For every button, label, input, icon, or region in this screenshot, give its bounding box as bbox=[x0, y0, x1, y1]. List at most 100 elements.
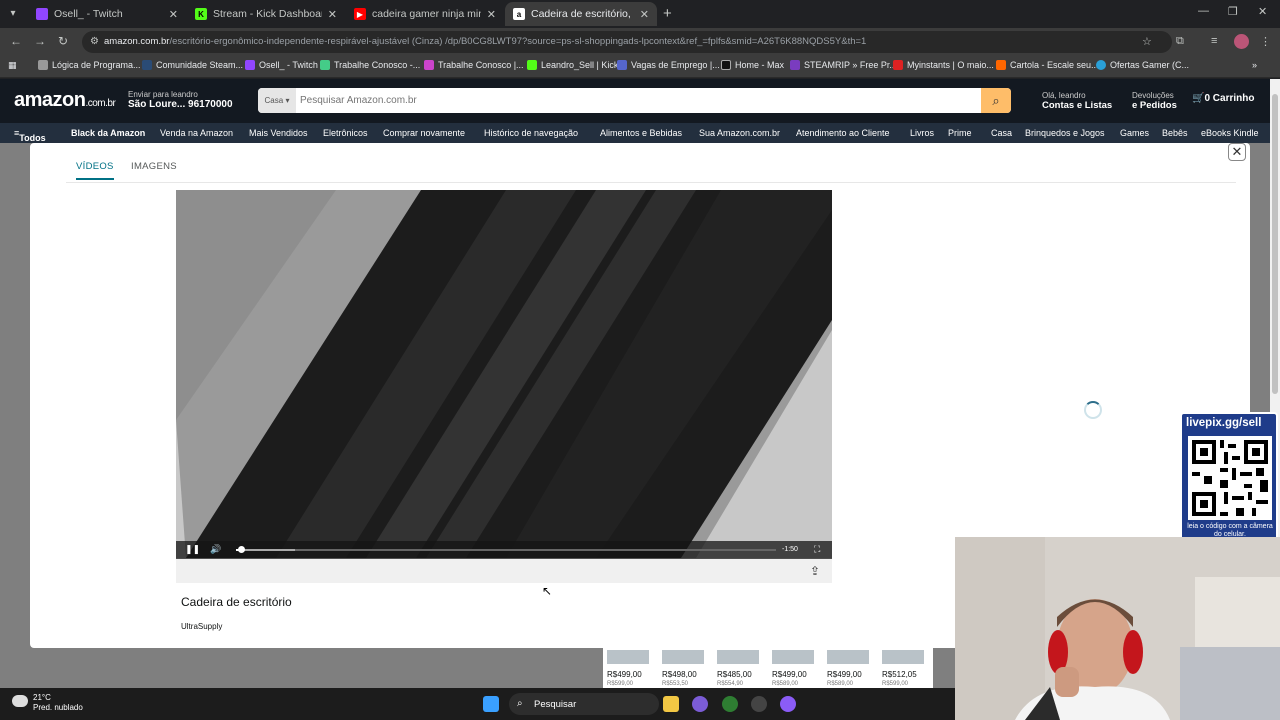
search-category-select[interactable]: Casa ▾ bbox=[258, 88, 296, 113]
extensions-icon[interactable]: ⧉ bbox=[1176, 35, 1184, 48]
app-icon[interactable] bbox=[692, 696, 708, 712]
bookmark-item[interactable]: Vagas de Emprego |... bbox=[617, 60, 720, 70]
close-tab-icon[interactable]: ✕ bbox=[487, 8, 496, 21]
product-thumbnail[interactable] bbox=[827, 650, 869, 664]
product-thumbnail[interactable] bbox=[662, 650, 704, 664]
subnav-item[interactable]: Brinquedos e Jogos bbox=[1025, 128, 1105, 138]
video-seekbar[interactable] bbox=[236, 546, 776, 553]
new-tab-button[interactable]: + bbox=[663, 5, 672, 23]
restore-icon[interactable]: ❐ bbox=[1228, 5, 1238, 18]
address-bar[interactable]: ⚙ amazon.com.br/escritório-ergonômico-in… bbox=[82, 31, 1172, 53]
subnav-item[interactable]: Venda na Amazon bbox=[160, 128, 233, 138]
tab-images[interactable]: IMAGENS bbox=[131, 161, 177, 178]
back-icon[interactable]: ← bbox=[10, 34, 22, 48]
pause-icon[interactable]: ❚❚ bbox=[185, 544, 200, 555]
tab-videos[interactable]: VÍDEOS bbox=[76, 161, 114, 180]
search-button[interactable]: ⌕ bbox=[981, 88, 1011, 113]
amazon-icon: a bbox=[513, 8, 525, 20]
subnav-item[interactable]: Bebês bbox=[1162, 128, 1188, 138]
subnav-item[interactable]: Games bbox=[1120, 128, 1149, 138]
windows-start-icon[interactable] bbox=[483, 696, 499, 712]
steam-icon bbox=[142, 60, 152, 70]
bookmark-item[interactable]: Leandro_Sell | Kick bbox=[527, 60, 618, 70]
bookmark-item[interactable]: Trabalhe Conosco -... bbox=[320, 60, 420, 70]
cart-label: Carrinho bbox=[1212, 93, 1255, 104]
subnav-item[interactable]: eBooks Kindle bbox=[1201, 128, 1259, 138]
discord-icon[interactable] bbox=[780, 696, 796, 712]
video-title: Cadeira de escritório bbox=[181, 595, 292, 609]
video-vendor[interactable]: UltraSupply bbox=[181, 622, 222, 631]
site-info-icon[interactable]: ⚙ bbox=[90, 36, 100, 48]
subnav-item[interactable]: Eletrônicos bbox=[323, 128, 368, 138]
bookmark-item[interactable]: Cartola - Escale seu... bbox=[996, 60, 1099, 70]
bookmark-item[interactable]: Osell_ - Twitch bbox=[245, 60, 318, 70]
seek-handle[interactable] bbox=[238, 546, 246, 553]
bookmark-label: Lógica de Programa... bbox=[52, 60, 141, 70]
bookmark-label: Myinstants | O maio... bbox=[907, 60, 994, 70]
subnav-item[interactable]: Livros bbox=[910, 128, 934, 138]
tab-kick[interactable]: K Stream - Kick Dashboard ✕ bbox=[187, 2, 345, 26]
chrome-icon[interactable] bbox=[722, 696, 738, 712]
close-tab-icon[interactable]: ✕ bbox=[640, 8, 649, 21]
file-explorer-icon[interactable] bbox=[663, 696, 679, 712]
product-price: R$499,00 bbox=[827, 670, 862, 679]
product-thumbnail[interactable] bbox=[772, 650, 814, 664]
tab-youtube[interactable]: ▶ cadeira gamer ninja minato rec ✕ bbox=[346, 2, 504, 26]
tab-title: Osell_ - Twitch bbox=[54, 8, 123, 20]
taskbar-search[interactable]: ⌕ Pesquisar bbox=[509, 693, 659, 715]
tab-search-icon[interactable]: ▾ bbox=[4, 5, 22, 23]
close-tab-icon[interactable]: ✕ bbox=[169, 8, 178, 21]
subnav-item[interactable]: Atendimento ao Cliente bbox=[796, 128, 890, 138]
tab-twitch[interactable]: Osell_ - Twitch ✕ bbox=[28, 2, 186, 26]
forward-icon[interactable]: → bbox=[34, 34, 46, 48]
tab-amazon[interactable]: a Cadeira de escritório, design er ✕ bbox=[505, 2, 657, 26]
subnav-item[interactable]: Alimentos e Bebidas bbox=[600, 128, 682, 138]
obs-icon[interactable] bbox=[751, 696, 767, 712]
account-lists[interactable]: Olá, leandro Contas e Listas bbox=[1042, 91, 1112, 111]
reload-icon[interactable]: ↻ bbox=[58, 34, 68, 48]
fullscreen-icon[interactable]: ⛶ bbox=[814, 544, 820, 555]
search-input[interactable] bbox=[300, 88, 980, 113]
close-window-icon[interactable]: ✕ bbox=[1258, 5, 1267, 18]
divider bbox=[66, 182, 1236, 183]
product-thumbnail[interactable] bbox=[882, 650, 924, 664]
minimize-icon[interactable]: — bbox=[1198, 5, 1209, 17]
bookmark-item[interactable]: Lógica de Programa... bbox=[38, 60, 141, 70]
bookmark-item[interactable]: Home - Max bbox=[721, 60, 784, 70]
bookmark-item[interactable]: STEAMRIP » Free Pr... bbox=[790, 60, 897, 70]
product-thumbnail[interactable] bbox=[717, 650, 759, 664]
menu-dots-icon[interactable]: ⋮ bbox=[1260, 35, 1271, 48]
subnav-item[interactable]: Mais Vendidos bbox=[249, 128, 308, 138]
returns-orders[interactable]: Devoluções e Pedidos bbox=[1132, 91, 1177, 111]
amazon-logo[interactable]: amazon.com.br bbox=[14, 89, 116, 112]
bookmark-icon bbox=[38, 60, 48, 70]
account-label: Contas e Listas bbox=[1042, 100, 1113, 111]
related-products-strip: R$499,00 R$599,00 R$498,00 R$553,50 R$48… bbox=[603, 648, 933, 688]
subnav-item[interactable]: Black da Amazon bbox=[71, 128, 145, 138]
apps-icon[interactable]: ▦ bbox=[8, 60, 17, 71]
subnav-item[interactable]: Sua Amazon.com.br bbox=[699, 128, 780, 138]
share-icon[interactable]: ⇪ bbox=[810, 564, 820, 578]
more-bookmarks-icon[interactable]: » bbox=[1252, 60, 1257, 70]
subnav-item[interactable]: Histórico de navegação bbox=[484, 128, 578, 138]
cart[interactable]: 🛒0 Carrinho bbox=[1192, 93, 1254, 104]
bookmark-star-icon[interactable]: ☆ bbox=[1142, 35, 1152, 48]
close-tab-icon[interactable]: ✕ bbox=[328, 8, 337, 21]
reading-list-icon[interactable]: ≡ bbox=[1211, 35, 1217, 47]
video-player[interactable] bbox=[176, 190, 832, 558]
bookmark-item[interactable]: Ofertas Gamer (C... bbox=[1096, 60, 1189, 70]
subnav-item[interactable]: Comprar novamente bbox=[383, 128, 465, 138]
profile-avatar[interactable] bbox=[1234, 34, 1249, 49]
product-thumbnail[interactable] bbox=[607, 650, 649, 664]
subnav-item[interactable]: Casa bbox=[991, 128, 1012, 138]
deliver-to[interactable]: Enviar para leandro São Loure... 9617000… bbox=[128, 90, 233, 110]
bookmark-item[interactable]: Myinstants | O maio... bbox=[893, 60, 994, 70]
bookmark-item[interactable]: Trabalhe Conosco |... bbox=[424, 60, 524, 70]
bookmark-label: Osell_ - Twitch bbox=[259, 60, 318, 70]
all-menu[interactable]: ≡ Todos bbox=[14, 128, 46, 143]
bookmark-item[interactable]: Comunidade Steam... bbox=[142, 60, 243, 70]
scrollbar-thumb[interactable] bbox=[1272, 94, 1278, 394]
close-modal-button[interactable]: ✕ bbox=[1228, 143, 1246, 161]
subnav-item[interactable]: Prime bbox=[948, 128, 972, 138]
volume-icon[interactable]: 🔊 bbox=[210, 544, 221, 555]
